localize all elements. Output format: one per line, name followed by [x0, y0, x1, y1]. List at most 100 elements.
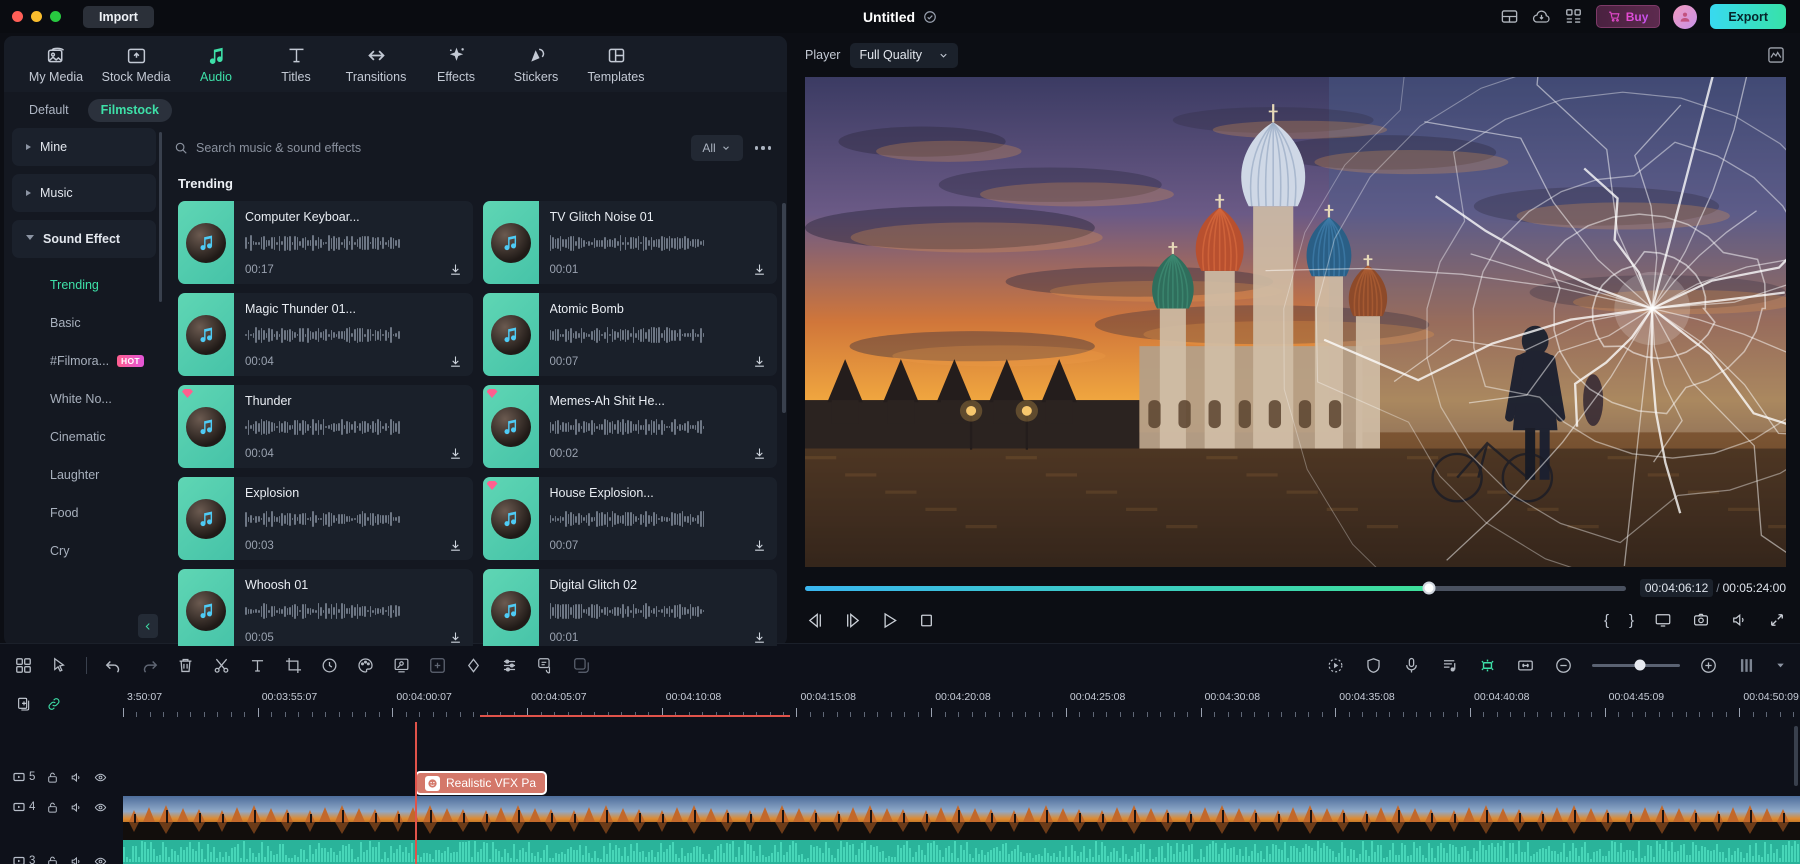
stop-button[interactable]	[916, 610, 937, 631]
layout-panel-icon[interactable]	[1500, 7, 1519, 26]
buy-button[interactable]: Buy	[1596, 5, 1661, 28]
beat-detect-icon[interactable]	[1440, 656, 1459, 675]
previous-frame-button[interactable]	[805, 610, 826, 631]
audio-card[interactable]: House Explosion...00:07	[483, 477, 778, 560]
undo-icon[interactable]	[104, 656, 123, 675]
zoom-slider-handle[interactable]	[1635, 660, 1646, 671]
marker-green-icon[interactable]	[1478, 656, 1497, 675]
download-icon[interactable]	[752, 630, 767, 645]
eye-icon[interactable]	[94, 855, 107, 864]
audio-card[interactable]: Computer Keyboar...00:17	[178, 201, 473, 284]
timeline-vertical-scrollbar[interactable]	[1794, 726, 1798, 786]
text-t-icon[interactable]	[248, 656, 267, 675]
category-scrollbar[interactable]	[159, 132, 162, 302]
volume-button[interactable]	[1730, 611, 1748, 629]
tab-effects[interactable]: Effects	[416, 45, 496, 84]
mark-out-button[interactable]: }	[1629, 612, 1634, 629]
screen-record-button[interactable]	[1654, 611, 1672, 629]
cursor-select-icon[interactable]	[50, 656, 69, 675]
close-window-button[interactable]	[12, 11, 23, 22]
category-item-cry[interactable]: Cry	[12, 532, 156, 570]
cloud-download-icon[interactable]	[1532, 7, 1551, 26]
category-item-cinematic[interactable]: Cinematic	[12, 418, 156, 456]
download-icon[interactable]	[752, 538, 767, 553]
audio-card[interactable]: Whoosh 0100:05	[178, 569, 473, 646]
speed-clock-icon[interactable]	[320, 656, 339, 675]
minimize-window-button[interactable]	[31, 11, 42, 22]
collapse-sidebar-button[interactable]	[138, 614, 158, 638]
category-item-basic[interactable]: Basic	[12, 304, 156, 342]
maximize-window-button[interactable]	[50, 11, 61, 22]
more-dots-icon[interactable]	[753, 140, 774, 156]
avatar[interactable]	[1673, 5, 1697, 29]
tab-titles[interactable]: Titles	[256, 45, 336, 84]
render-bar-icon[interactable]	[1737, 656, 1756, 675]
unlock-icon[interactable]	[46, 801, 59, 814]
auto-caption-icon[interactable]	[536, 656, 555, 675]
audio-card[interactable]: Thunder00:04	[178, 385, 473, 468]
video-clip[interactable]	[123, 796, 1800, 864]
audio-card[interactable]: Magic Thunder 01...00:04	[178, 293, 473, 376]
audio-mixer-icon[interactable]	[500, 656, 519, 675]
link-icon[interactable]	[46, 696, 62, 712]
pill-default[interactable]: Default	[16, 99, 82, 122]
shield-icon[interactable]	[1364, 656, 1383, 675]
category-item-filmora[interactable]: #Filmora... HOT	[12, 342, 156, 380]
audio-card[interactable]: Explosion00:03	[178, 477, 473, 560]
audio-card[interactable]: Memes-Ah Shit He...00:02	[483, 385, 778, 468]
tab-my-media[interactable]: My Media	[16, 45, 96, 84]
sticker-detect-icon[interactable]	[572, 656, 591, 675]
download-icon[interactable]	[752, 262, 767, 277]
mark-in-button[interactable]: {	[1604, 612, 1609, 629]
timeline-ruler[interactable]: 3:50:0700:03:55:0700:04:00:0700:04:05:07…	[123, 686, 1800, 722]
download-icon[interactable]	[448, 446, 463, 461]
ai-motion-icon[interactable]	[1326, 656, 1345, 675]
auto-reframe-icon[interactable]	[428, 656, 447, 675]
grid-apps-icon[interactable]	[1564, 7, 1583, 26]
category-item-trending[interactable]: Trending	[12, 266, 156, 304]
chevron-down-icon[interactable]	[1775, 660, 1786, 671]
tab-templates[interactable]: Templates	[576, 45, 656, 84]
tab-stickers[interactable]: Stickers	[496, 45, 576, 84]
category-item-white-noise[interactable]: White No...	[12, 380, 156, 418]
seek-handle[interactable]	[1422, 582, 1435, 595]
category-item-food[interactable]: Food	[12, 494, 156, 532]
audio-card[interactable]: TV Glitch Noise 0100:01	[483, 201, 778, 284]
seek-bar[interactable]	[805, 586, 1626, 591]
library-scrollbar[interactable]	[782, 203, 786, 413]
microphone-icon[interactable]	[1402, 656, 1421, 675]
add-track-icon[interactable]	[16, 696, 32, 712]
category-group-sound-effect[interactable]: Sound Effect	[12, 220, 156, 258]
waveform-scope-icon[interactable]	[1766, 45, 1786, 65]
download-icon[interactable]	[448, 262, 463, 277]
category-group-mine[interactable]: Mine	[12, 128, 156, 166]
download-icon[interactable]	[448, 354, 463, 369]
audio-card[interactable]: Atomic Bomb00:07	[483, 293, 778, 376]
search-input[interactable]: Search music & sound effects	[164, 133, 681, 163]
trash-icon[interactable]	[176, 656, 195, 675]
export-button[interactable]: Export	[1710, 4, 1786, 29]
snapshot-button[interactable]	[1692, 611, 1710, 629]
eye-icon[interactable]	[94, 801, 107, 814]
tab-audio[interactable]: Audio	[176, 45, 256, 84]
speaker-icon[interactable]	[70, 855, 83, 864]
unlock-icon[interactable]	[46, 855, 59, 864]
scissors-icon[interactable]	[212, 656, 231, 675]
speaker-icon[interactable]	[70, 801, 83, 814]
color-palette-icon[interactable]	[356, 656, 375, 675]
download-icon[interactable]	[448, 630, 463, 645]
category-group-music[interactable]: Music	[12, 174, 156, 212]
effect-clip[interactable]: Realistic VFX Pa	[415, 771, 547, 795]
fullscreen-button[interactable]	[1768, 611, 1786, 629]
tab-transitions[interactable]: Transitions	[336, 45, 416, 84]
download-icon[interactable]	[752, 354, 767, 369]
keyframe-icon[interactable]	[464, 656, 483, 675]
category-item-laughter[interactable]: Laughter	[12, 456, 156, 494]
track-lanes[interactable]: Realistic VFX Pa	[123, 722, 1800, 864]
unlock-icon[interactable]	[46, 771, 59, 784]
grid-apps-icon[interactable]	[14, 656, 33, 675]
download-icon[interactable]	[448, 538, 463, 553]
download-icon[interactable]	[752, 446, 767, 461]
speaker-icon[interactable]	[70, 771, 83, 784]
quality-select[interactable]: Full Quality	[850, 43, 958, 68]
